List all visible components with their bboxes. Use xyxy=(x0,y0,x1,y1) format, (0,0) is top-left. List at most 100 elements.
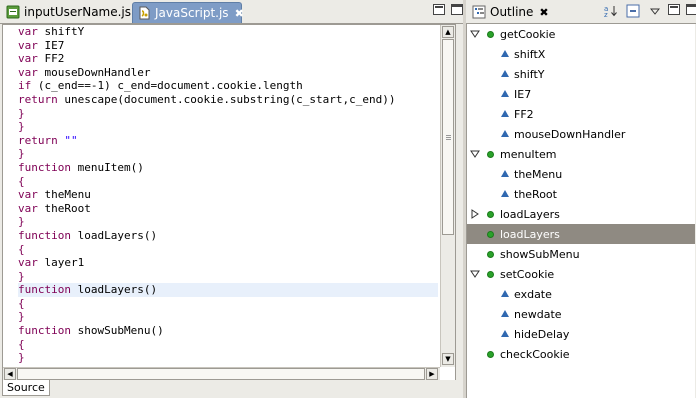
current-line[interactable]: function loadLayers() xyxy=(18,283,438,297)
variable-icon xyxy=(501,170,509,177)
minimize-button[interactable] xyxy=(668,4,680,15)
scroll-right-icon[interactable]: ▶ xyxy=(426,368,438,380)
vertical-scrollbar[interactable]: ▲ ▼ xyxy=(440,25,455,367)
code-line[interactable]: var theMenu xyxy=(18,188,438,202)
outline-item[interactable]: theMenu xyxy=(467,164,695,184)
code-line[interactable]: var FF2 xyxy=(18,52,438,66)
code-line[interactable]: } xyxy=(18,351,438,365)
outline-item-label: newdate xyxy=(514,307,562,321)
js-file-icon xyxy=(137,6,151,20)
sort-icon[interactable]: az xyxy=(604,4,618,21)
scroll-up-icon[interactable]: ▲ xyxy=(442,26,454,38)
code-line[interactable]: return "" xyxy=(18,134,438,148)
tab-javascript-js[interactable]: JavaScript.js ✖ xyxy=(132,2,244,23)
outline-item-label: loadLayers xyxy=(500,207,560,221)
code-keyword: function xyxy=(18,324,71,338)
variable-icon xyxy=(501,50,509,57)
code-keyword: var xyxy=(18,25,38,38)
editor-tab-bar: inputUserName.jsp JavaScript.js ✖ xyxy=(0,0,463,24)
outline-tree[interactable]: getCookie shiftX shiftY IE7 FF2 mouseDownHand… xyxy=(466,24,695,398)
code-line[interactable]: var mouseDownHandler xyxy=(18,66,438,80)
code-line[interactable]: { xyxy=(18,338,438,352)
outline-item[interactable]: IE7 xyxy=(467,84,695,104)
maximize-button[interactable] xyxy=(451,4,463,15)
code-text: { xyxy=(18,296,25,310)
function-icon xyxy=(487,151,494,158)
expand-arrow-icon[interactable] xyxy=(470,269,480,279)
code-line[interactable]: } xyxy=(18,270,438,284)
outline-item[interactable]: getCookie xyxy=(467,24,695,44)
horizontal-scrollbar[interactable]: ◀ ▶ xyxy=(3,367,440,381)
code-line[interactable]: } xyxy=(18,215,438,229)
code-line[interactable]: var theRoot xyxy=(18,202,438,216)
code-line[interactable]: var shiftY xyxy=(18,25,438,39)
outline-item[interactable]: hideDelay xyxy=(467,324,695,344)
outline-item[interactable]: FF2 xyxy=(467,104,695,124)
code-line[interactable]: } xyxy=(18,120,438,134)
code-line[interactable]: { xyxy=(18,175,438,189)
outline-item-label: menuItem xyxy=(500,147,557,161)
outline-item-label: checkCookie xyxy=(500,347,570,361)
horizontal-scroll-thumb[interactable] xyxy=(17,368,425,380)
vertical-scroll-thumb[interactable] xyxy=(442,39,454,235)
outline-item[interactable]: mouseDownHandler xyxy=(467,124,695,144)
collapse-all-icon[interactable] xyxy=(626,4,640,21)
outline-item[interactable]: setCookie xyxy=(467,264,695,284)
outline-item[interactable]: shiftY xyxy=(467,64,695,84)
code-text: } xyxy=(18,269,25,283)
scroll-left-icon[interactable]: ◀ xyxy=(4,368,16,380)
code-line[interactable]: } xyxy=(18,310,438,324)
maximize-button[interactable] xyxy=(686,4,696,15)
outline-item[interactable]: shiftX xyxy=(467,44,695,64)
outline-item[interactable]: newdate xyxy=(467,304,695,324)
tab-outline[interactable]: Outline ✖ xyxy=(468,2,549,22)
code-line[interactable]: return unescape(document.cookie.substrin… xyxy=(18,93,438,107)
code-line[interactable]: { xyxy=(18,297,438,311)
close-outline-icon[interactable]: ✖ xyxy=(539,6,548,19)
code-editor[interactable]: var shiftY var IE7 var FF2 var mouseDownHan… xyxy=(2,24,456,381)
code-text: theMenu xyxy=(37,188,91,202)
function-icon xyxy=(487,351,494,358)
code-line[interactable]: { xyxy=(18,243,438,257)
tab-inputusername-jsp[interactable]: inputUserName.jsp xyxy=(2,2,139,22)
variable-icon xyxy=(501,90,509,97)
outline-item[interactable]: showSubMenu xyxy=(467,244,695,264)
outline-item[interactable]: loadLayers xyxy=(467,224,695,244)
code-text: IE7 xyxy=(37,38,65,52)
code-text: } xyxy=(18,310,25,324)
variable-icon xyxy=(501,70,509,77)
close-tab-icon[interactable]: ✖ xyxy=(235,7,244,20)
expand-arrow-icon[interactable] xyxy=(470,29,480,39)
outline-item[interactable]: checkCookie xyxy=(467,344,695,364)
minimize-button[interactable] xyxy=(433,4,445,15)
code-keyword: var xyxy=(18,256,38,270)
code-text: (c_end==-1) c_end=document.cookie.length xyxy=(31,79,303,93)
outline-item-label: exdate xyxy=(514,287,552,301)
function-icon xyxy=(487,31,494,38)
code-text: } xyxy=(18,351,25,365)
outline-item-label: mouseDownHandler xyxy=(514,127,626,141)
code-line[interactable]: } xyxy=(18,107,438,121)
collapsed-arrow-icon[interactable] xyxy=(470,209,480,219)
outline-item[interactable]: menuItem xyxy=(467,144,695,164)
code-keyword: if xyxy=(18,79,32,93)
code-line[interactable]: function showSubMenu() xyxy=(18,324,438,338)
outline-item[interactable]: exdate xyxy=(467,284,695,304)
code-line[interactable]: } xyxy=(18,147,438,161)
expand-arrow-icon[interactable] xyxy=(470,149,480,159)
code-line[interactable]: var IE7 xyxy=(18,39,438,53)
code-line[interactable]: function menuItem() xyxy=(18,161,438,175)
code-line[interactable]: function loadLayers() xyxy=(18,229,438,243)
code-line[interactable]: var layer1 xyxy=(18,256,438,270)
tab-label: inputUserName.jsp xyxy=(24,5,139,19)
outline-item[interactable]: theRoot xyxy=(467,184,695,204)
view-menu-icon[interactable] xyxy=(649,6,661,19)
code-keyword: return xyxy=(18,133,58,147)
tab-source[interactable]: Source xyxy=(2,380,50,396)
outline-item[interactable]: loadLayers xyxy=(467,204,695,224)
code-line[interactable]: if (c_end==-1) c_end=document.cookie.len… xyxy=(18,79,438,93)
code-text: menuItem() xyxy=(70,160,144,174)
scroll-down-icon[interactable]: ▼ xyxy=(442,353,454,365)
outline-item-label: shiftX xyxy=(514,47,546,61)
code-text-area[interactable]: var shiftY var IE7 var FF2 var mouseDownHan… xyxy=(18,25,438,367)
